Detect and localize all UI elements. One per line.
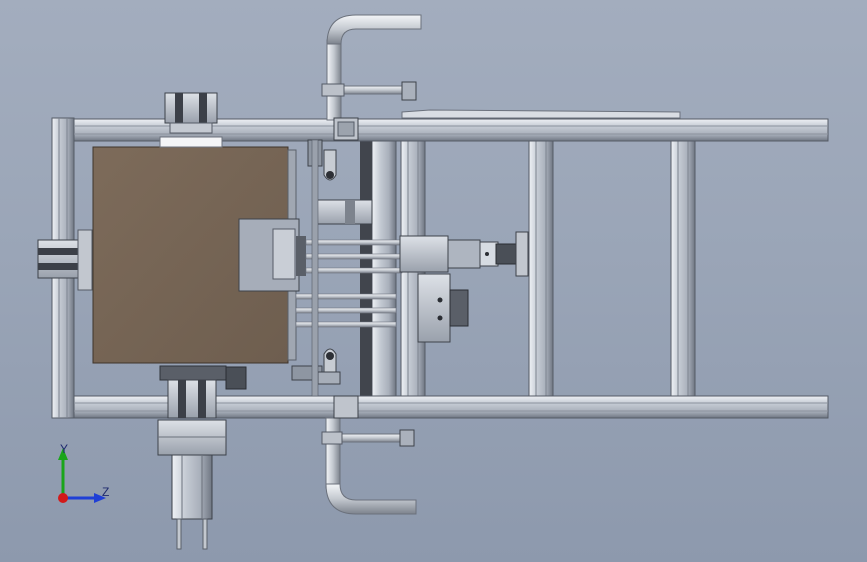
top-slide-bar[interactable] (401, 109, 681, 119)
top-handle-pipe[interactable] (321, 14, 422, 121)
secondary-block[interactable] (417, 273, 469, 343)
vertical-shaft (311, 139, 319, 397)
y-axis-label: Y (60, 442, 69, 456)
z-axis-label: Z (102, 485, 110, 499)
assembly-model[interactable] (0, 0, 867, 562)
bottom-handle-pipe[interactable] (321, 417, 417, 515)
triad-axes (58, 448, 106, 503)
origin-dot-icon (58, 493, 68, 503)
cross-member-right-2[interactable] (670, 139, 696, 397)
top-guide-block[interactable] (164, 92, 218, 134)
orientation-triad: Y Z (44, 438, 124, 508)
pneumatic-cylinder[interactable] (399, 231, 529, 277)
cad-graphics-area[interactable]: Y Z (0, 0, 867, 562)
cross-member-right-1[interactable] (528, 139, 554, 397)
center-fixture[interactable] (238, 218, 306, 292)
bottom-guide-block[interactable] (157, 365, 247, 550)
